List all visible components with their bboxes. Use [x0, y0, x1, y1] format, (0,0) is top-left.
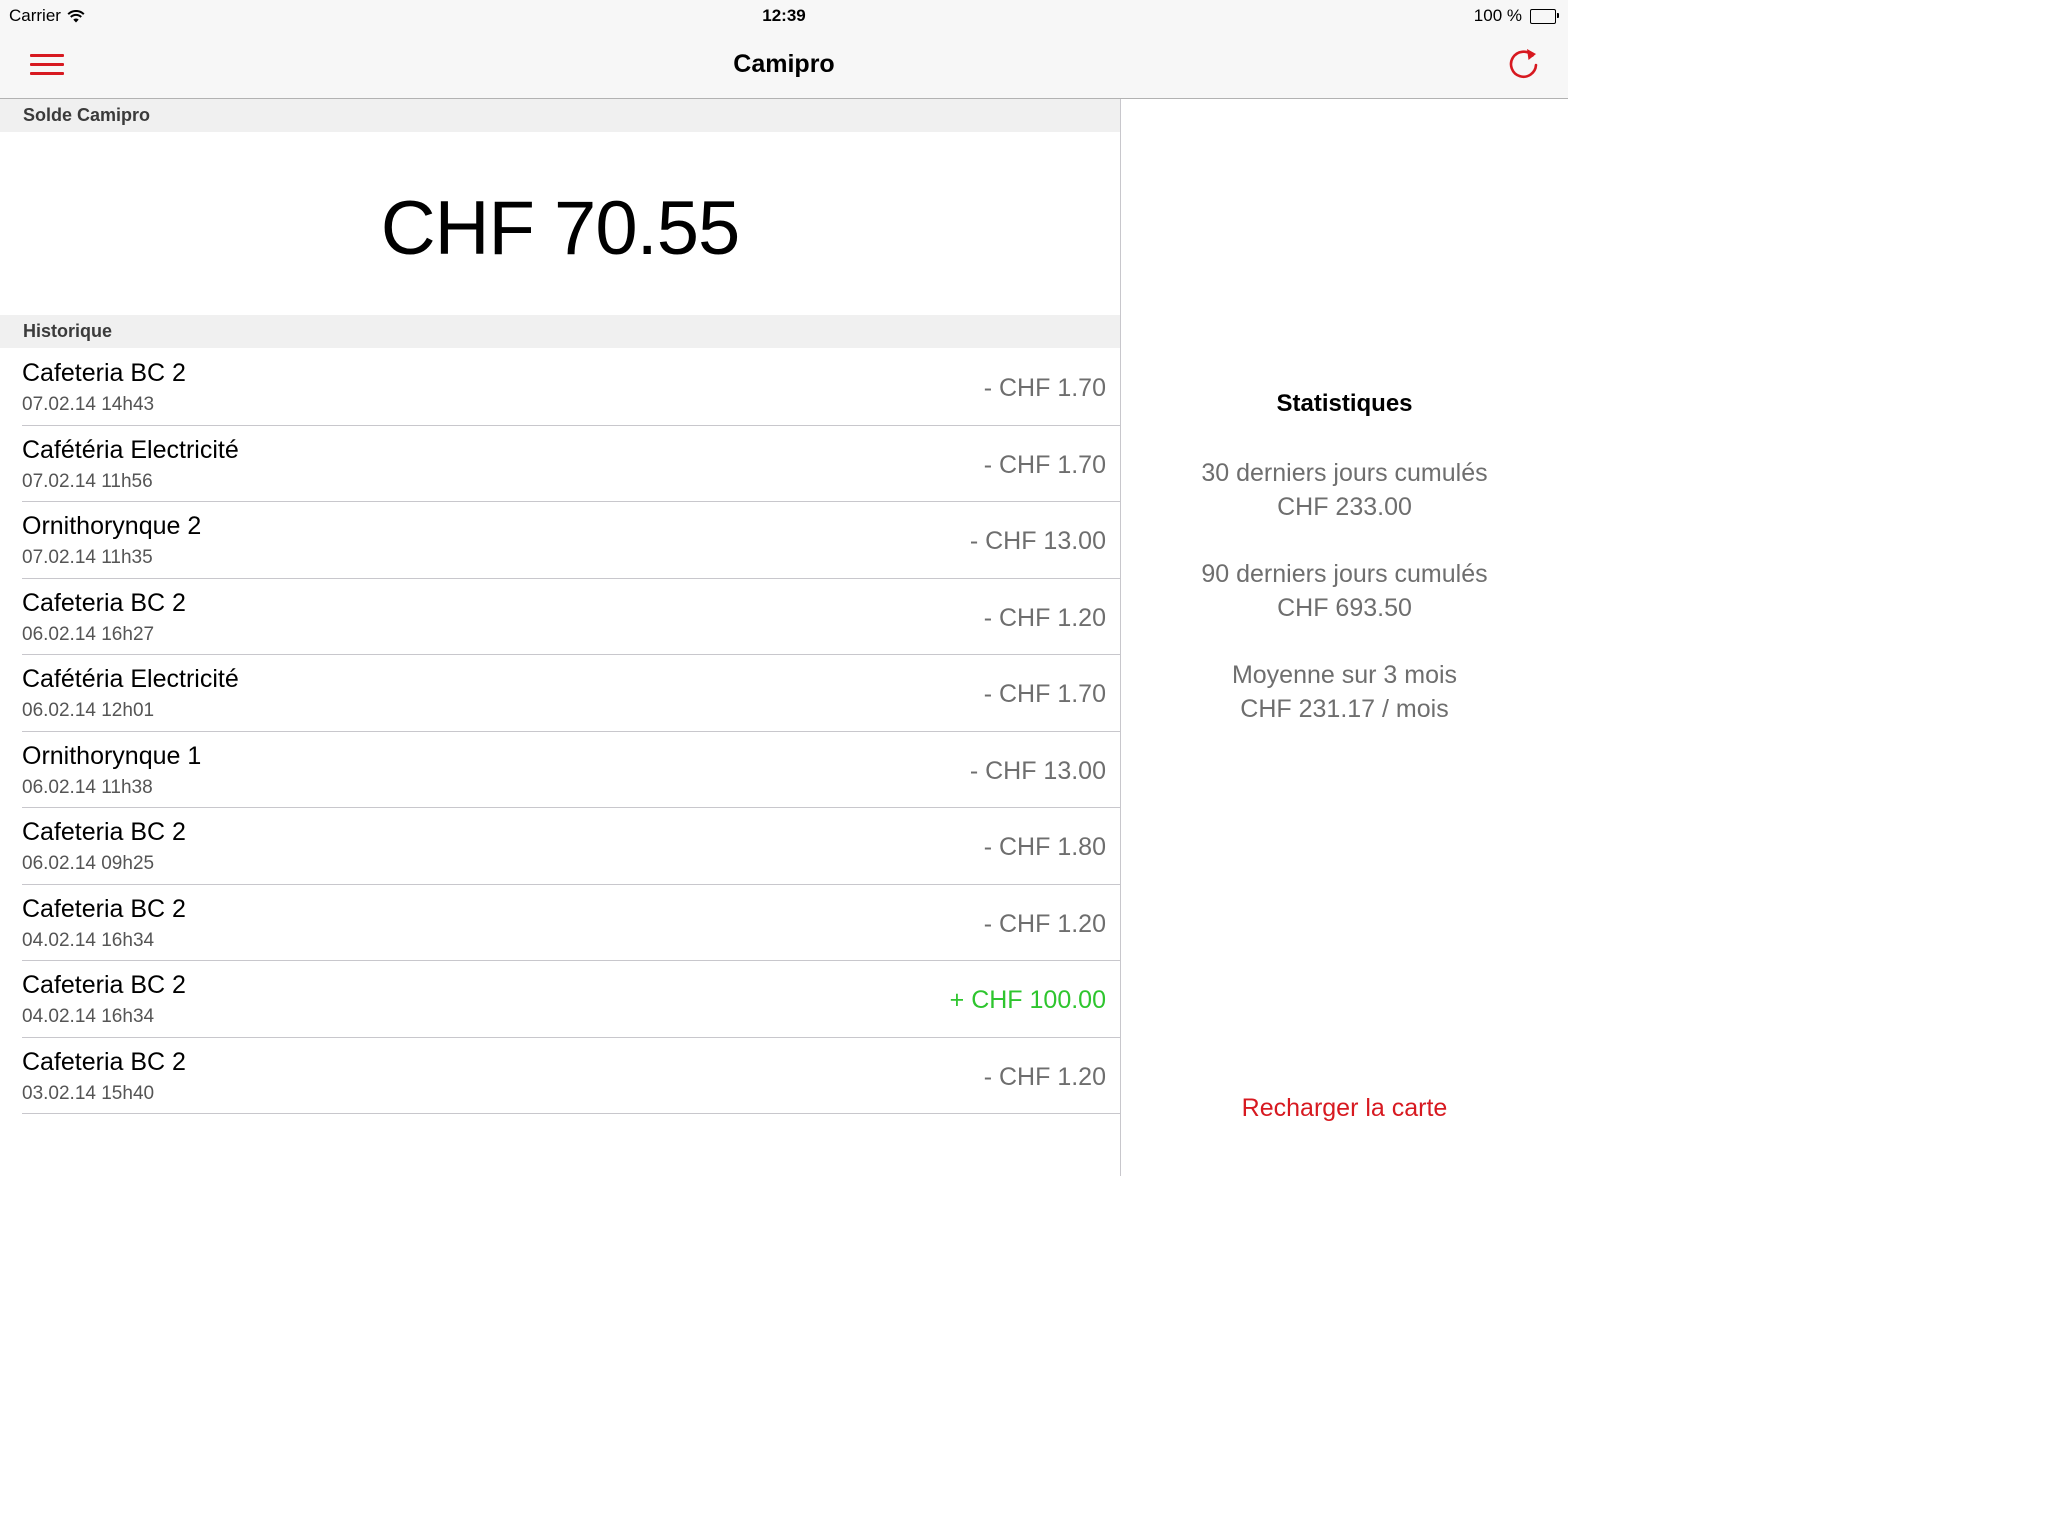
transaction-amount: - CHF 1.20 — [983, 1062, 1106, 1091]
battery-indicator: 100 % — [1473, 6, 1559, 26]
right-pane: Statistiques 30 derniers jours cumulés C… — [1121, 99, 1568, 1176]
transaction-row[interactable]: Cafeteria BC 2 03.02.14 15h40 - CHF 1.20 — [0, 1038, 1120, 1114]
transaction-date: 06.02.14 12h01 — [22, 700, 155, 721]
statistics-panel: Statistiques 30 derniers jours cumulés C… — [1121, 390, 1568, 759]
page-title: Camipro — [733, 50, 835, 78]
transaction-place: Ornithorynque 1 — [22, 741, 202, 770]
stat-block-90-days: 90 derniers jours cumulés CHF 693.50 — [1121, 557, 1568, 625]
transaction-amount: - CHF 13.00 — [969, 756, 1106, 785]
transaction-amount: - CHF 1.70 — [983, 374, 1106, 402]
transaction-row[interactable]: Ornithorynque 2 07.02.14 11h35 - CHF 13.00 — [0, 502, 1120, 579]
clock: 12:39 — [762, 6, 806, 25]
transaction-row[interactable]: Cafeteria BC 2 07.02.14 14h43 - CHF 1.70 — [0, 349, 1120, 426]
transaction-date: 04.02.14 16h34 — [22, 929, 155, 951]
stat-block-30-days: 30 derniers jours cumulés CHF 233.00 — [1121, 456, 1568, 524]
transaction-place: Cafeteria BC 2 — [22, 818, 186, 846]
transaction-row[interactable]: Cafeteria BC 2 04.02.14 16h34 + CHF 100.00 — [0, 961, 1120, 1038]
transaction-row[interactable]: Ornithorynque 1 06.02.14 11h38 - CHF 13.00 — [0, 732, 1120, 808]
transaction-date: 03.02.14 15h40 — [22, 1082, 155, 1104]
transaction-amount: - CHF 1.80 — [983, 833, 1106, 861]
battery-icon — [1530, 8, 1559, 24]
transaction-place: Cafeteria BC 2 — [22, 1047, 186, 1076]
stat-value: CHF 693.50 — [1277, 594, 1412, 622]
reload-card-button[interactable]: Recharger la carte — [1121, 1094, 1568, 1123]
stat-value: CHF 231.17 / mois — [1240, 695, 1449, 723]
history-section-header: Historique — [0, 315, 1120, 348]
stat-label: 90 derniers jours cumulés — [1201, 560, 1488, 588]
transaction-date: 04.02.14 16h34 — [22, 1006, 155, 1027]
balance-section-header: Solde Camipro — [0, 99, 1120, 132]
left-pane: Solde Camipro CHF 70.55 Historique Cafet… — [0, 99, 1120, 1176]
transaction-amount: - CHF 1.70 — [983, 450, 1106, 479]
transaction-place: Cafeteria BC 2 — [22, 359, 186, 387]
transaction-amount: - CHF 1.20 — [983, 603, 1106, 632]
transaction-row[interactable]: Cafeteria BC 2 06.02.14 09h25 - CHF 1.80 — [0, 808, 1120, 885]
stat-block-average: Moyenne sur 3 mois CHF 231.17 / mois — [1121, 658, 1568, 726]
battery-percent: 100 % — [1473, 6, 1522, 25]
transaction-amount: + CHF 100.00 — [949, 986, 1106, 1014]
transaction-date: 06.02.14 16h27 — [22, 623, 155, 645]
transaction-place: Cafeteria BC 2 — [22, 588, 186, 617]
navigation-bar: Camipro — [0, 32, 1568, 99]
transaction-row[interactable]: Cafeteria BC 2 04.02.14 16h34 - CHF 1.20 — [0, 885, 1120, 961]
transaction-row[interactable]: Cafétéria Electricité 06.02.14 12h01 - CHF… — [0, 655, 1120, 732]
transaction-amount: - CHF 1.70 — [983, 680, 1106, 708]
stat-value: CHF 233.00 — [1277, 493, 1412, 521]
transaction-date: 06.02.14 11h38 — [22, 776, 153, 798]
transaction-date: 07.02.14 11h56 — [22, 470, 153, 492]
transaction-amount: - CHF 1.20 — [983, 909, 1106, 938]
balance-amount: CHF 70.55 — [380, 186, 741, 271]
status-bar: Carrier 12:39 100 % — [0, 0, 1568, 32]
transaction-place: Cafeteria BC 2 — [22, 971, 186, 999]
transaction-place: Cafétéria Electricité — [22, 665, 239, 693]
stat-label: 30 derniers jours cumulés — [1201, 459, 1488, 487]
transaction-place: Ornithorynque 2 — [22, 512, 202, 540]
transaction-amount: - CHF 13.00 — [969, 527, 1106, 555]
transaction-place: Cafétéria Electricité — [22, 435, 239, 464]
refresh-icon[interactable] — [1504, 44, 1544, 84]
history-list: Cafeteria BC 2 07.02.14 14h43- CHF 1.70 Ca… — [0, 349, 1120, 1114]
transaction-place: Cafeteria BC 2 — [22, 894, 186, 923]
transaction-row[interactable]: Cafeteria BC 2 06.02.14 16h27 - CHF 1.20 — [0, 579, 1120, 655]
transaction-row[interactable]: Cafétéria Electricité 07.02.14 11h56 - CHF… — [0, 426, 1120, 502]
row-separator — [22, 1113, 1120, 1114]
transaction-date: 07.02.14 14h43 — [22, 394, 155, 415]
transaction-date: 06.02.14 09h25 — [22, 853, 155, 874]
transaction-date: 07.02.14 11h35 — [22, 547, 153, 568]
stat-label: Moyenne sur 3 mois — [1231, 661, 1458, 689]
statistics-title: Statistiques — [1276, 390, 1413, 417]
